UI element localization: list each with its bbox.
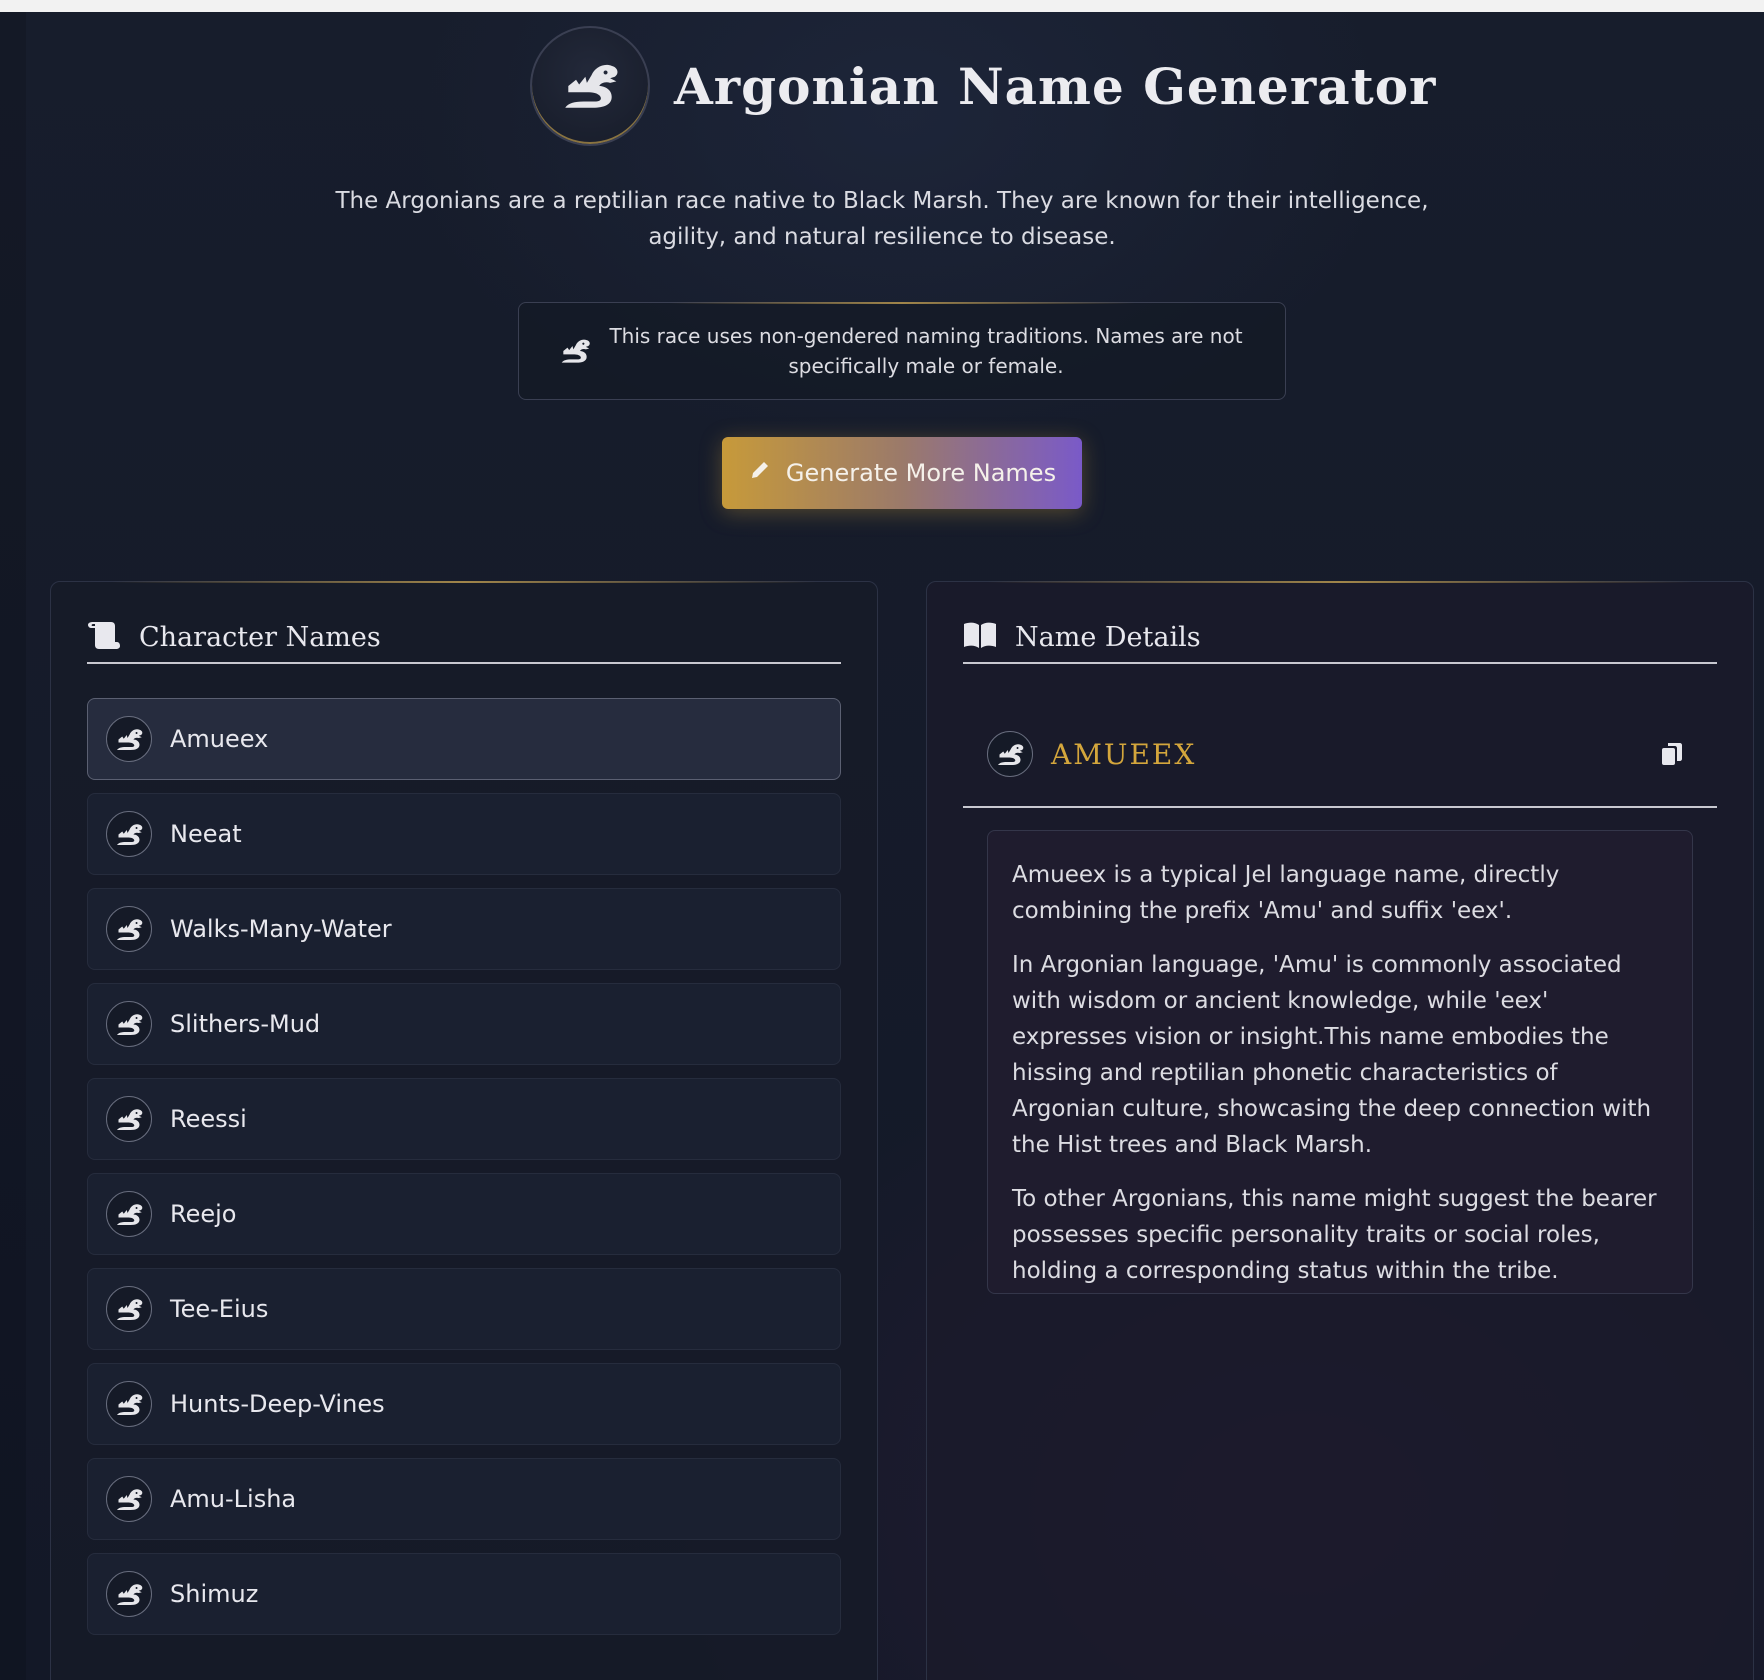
left-edge [0, 12, 26, 1680]
page-header: Argonian Name Generator [530, 26, 1436, 146]
description-paragraph: Amueex is a typical Jel language name, d… [1012, 862, 1560, 924]
name-label: Slithers-Mud [170, 1010, 321, 1038]
list-item[interactable]: Shimuz [87, 1553, 841, 1635]
page-title: Argonian Name Generator [674, 56, 1437, 116]
description-paragraph: In Argonian language, 'Amu' is commonly … [1012, 952, 1652, 1158]
selected-name: AMUEEX [1051, 737, 1197, 771]
character-names-header: Character Names [87, 612, 841, 664]
list-item[interactable]: Tee-Eius [87, 1268, 841, 1350]
name-label: Walks-Many-Water [170, 915, 392, 943]
name-label: Tee-Eius [170, 1295, 269, 1323]
name-details-panel: Name Details AMUEEX Amueex is a typical … [926, 581, 1754, 1680]
list-item[interactable]: Amueex [87, 698, 841, 780]
names-list: Amueex Neeat Walks-Many-Water Slithers-M… [87, 698, 841, 1648]
list-item[interactable]: Walks-Many-Water [87, 888, 841, 970]
argonian-dragon-icon [987, 731, 1033, 777]
naming-notice: This race uses non-gendered naming tradi… [518, 302, 1286, 400]
argonian-dragon-icon [106, 906, 152, 952]
name-details-title: Name Details [1015, 621, 1201, 653]
argonian-dragon-icon [106, 1476, 152, 1522]
character-names-title: Character Names [139, 621, 381, 653]
name-label: Neeat [170, 820, 242, 848]
generate-more-names-button[interactable]: Generate More Names [722, 437, 1082, 509]
name-description: Amueex is a typical Jel language name, d… [987, 830, 1693, 1294]
argonian-dragon-icon [106, 1001, 152, 1047]
argonian-dragon-icon [530, 26, 650, 146]
list-item[interactable]: Hunts-Deep-Vines [87, 1363, 841, 1445]
name-label: Reessi [170, 1105, 247, 1133]
notice-text: This race uses non-gendered naming tradi… [609, 324, 1243, 378]
name-label: Reejo [170, 1200, 237, 1228]
argonian-dragon-icon [555, 336, 595, 366]
argonian-dragon-icon [106, 811, 152, 857]
argonian-dragon-icon [106, 716, 152, 762]
argonian-dragon-icon [106, 1191, 152, 1237]
list-item[interactable]: Neeat [87, 793, 841, 875]
book-open-icon [963, 621, 997, 653]
argonian-dragon-icon [106, 1381, 152, 1427]
name-label: Hunts-Deep-Vines [170, 1390, 385, 1418]
pencil-icon [748, 458, 772, 488]
character-names-panel: Character Names Amueex Neeat Walks-Many-… [50, 581, 878, 1680]
list-item[interactable]: Reessi [87, 1078, 841, 1160]
argonian-dragon-icon [106, 1286, 152, 1332]
list-item[interactable]: Amu-Lisha [87, 1458, 841, 1540]
argonian-dragon-icon [106, 1096, 152, 1142]
list-item[interactable]: Reejo [87, 1173, 841, 1255]
selected-name-header: AMUEEX [963, 702, 1717, 808]
scroll-icon [87, 620, 121, 654]
description-paragraph: To other Argonians, this name might sugg… [1012, 1186, 1657, 1284]
name-label: Amueex [170, 725, 269, 753]
name-details-header: Name Details [963, 612, 1717, 664]
argonian-dragon-icon [106, 1571, 152, 1617]
race-description: The Argonians are a reptilian race nativ… [335, 188, 1429, 250]
copy-icon[interactable] [1657, 739, 1687, 769]
browser-top-bar [0, 0, 1764, 12]
name-label: Amu-Lisha [170, 1485, 297, 1513]
list-item[interactable]: Slithers-Mud [87, 983, 841, 1065]
name-label: Shimuz [170, 1580, 259, 1608]
generate-button-label: Generate More Names [785, 459, 1057, 487]
